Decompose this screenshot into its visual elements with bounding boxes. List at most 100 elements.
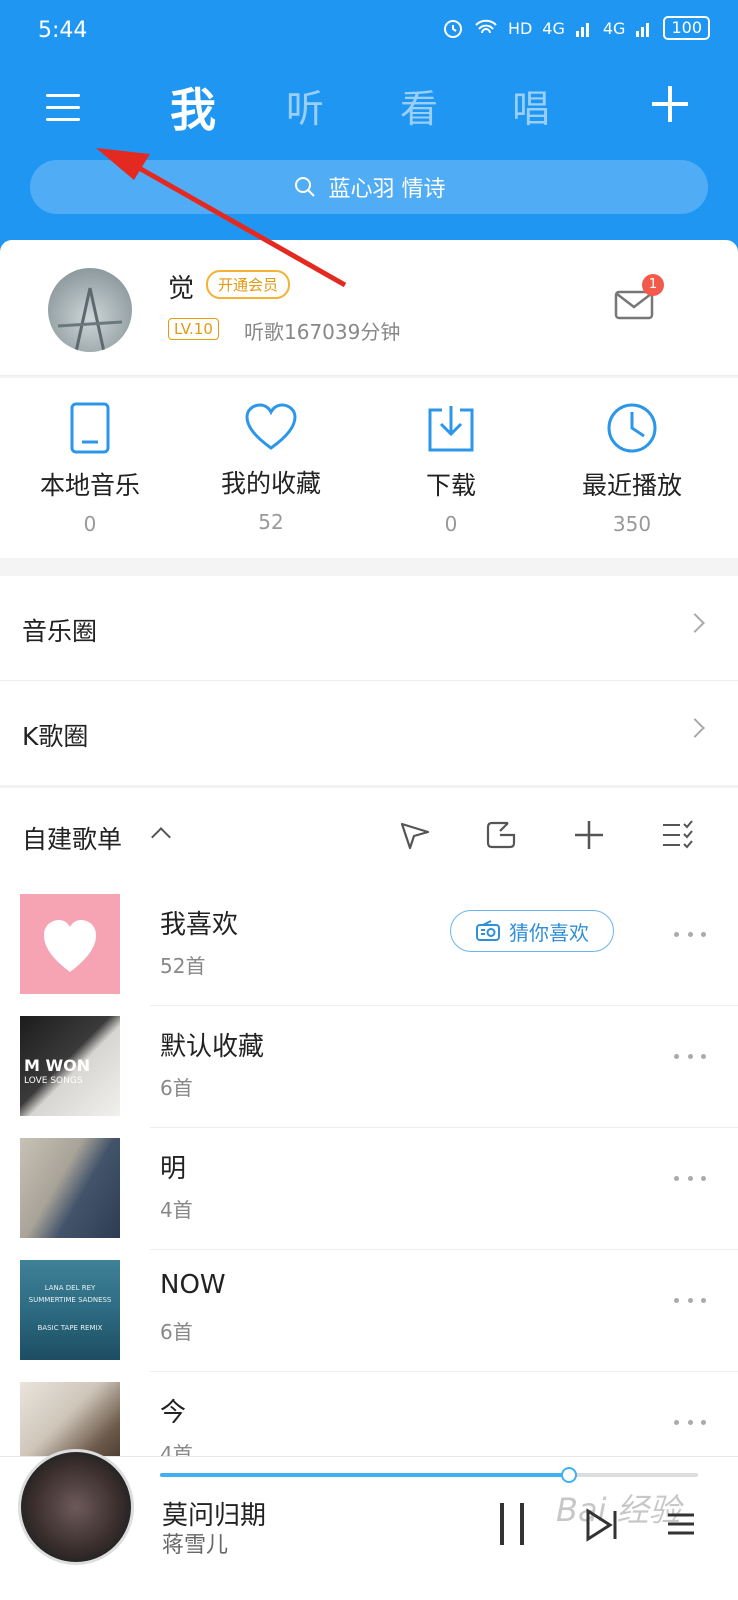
playlist-cover: [20, 1138, 120, 1238]
status-icons: HD 4G 4G 100: [442, 16, 710, 40]
playlist-item[interactable]: 今 4首: [0, 1372, 738, 1464]
k-song-circle-row[interactable]: K歌圈: [0, 681, 738, 785]
level-badge: LV.10: [168, 318, 219, 340]
playlist-item[interactable]: 我喜欢 52首 猜你喜欢: [0, 884, 738, 1006]
mail-button[interactable]: 1: [614, 274, 664, 320]
avatar[interactable]: [48, 268, 132, 352]
playlist-cover: [20, 894, 120, 994]
phone-icon: [70, 402, 110, 454]
wifi-icon: [475, 19, 497, 34]
quick-label: 本地音乐: [39, 471, 140, 500]
app-header: 5:44 HD 4G 4G 100 我 听 看 唱 蓝心羽 情诗: [0, 0, 738, 260]
signal-2-label: 4G: [602, 18, 626, 38]
playlist-count: 52首: [160, 954, 206, 978]
recent-play-button[interactable]: 最近播放 350: [547, 402, 717, 536]
playlist-count: 4首: [160, 1198, 193, 1222]
progress-fill: [160, 1473, 569, 1477]
quick-count: 350: [612, 512, 652, 536]
signal-icon: [636, 23, 650, 37]
search-icon: [294, 177, 315, 197]
add-icon[interactable]: [652, 86, 688, 122]
more-icon[interactable]: [674, 1176, 706, 1184]
playlist-item[interactable]: LANA DEL REY SUMMERTIME SADNESS BASIC TA…: [0, 1250, 738, 1372]
profile-card: 觉 开通会员 LV.10 听歌167039分钟 1: [0, 240, 738, 376]
more-icon[interactable]: [674, 932, 706, 940]
quick-count: 0: [83, 512, 97, 536]
top-nav: 我 听 看 唱: [0, 78, 738, 138]
row-label: 音乐圈: [22, 617, 98, 646]
quick-label: 我的收藏: [220, 469, 321, 498]
music-circle-row[interactable]: 音乐圈: [0, 576, 738, 680]
status-time: 5:44: [38, 18, 88, 43]
playlist-name: 默认收藏: [160, 1032, 265, 1062]
playlist-name: 我喜欢: [160, 910, 239, 940]
pause-button[interactable]: [498, 1503, 528, 1545]
share-icon[interactable]: [398, 818, 432, 852]
heart-icon: [44, 920, 96, 972]
download-button[interactable]: 下载 0: [366, 402, 536, 536]
cover-text: LOVE SONGS: [24, 1076, 83, 1086]
guess-label: 猜你喜欢: [509, 920, 589, 945]
more-icon[interactable]: [674, 1054, 706, 1062]
playlist-list: 我喜欢 52首 猜你喜欢 M WON LOVE SONGS 默认收藏 6首 明 …: [0, 884, 738, 1464]
chevron-right-icon: [685, 613, 705, 633]
cover-text: BASIC TAPE REMIX: [37, 1324, 103, 1332]
signal-icon: [575, 23, 589, 37]
battery-indicator: 100: [663, 16, 710, 40]
menu-icon[interactable]: [44, 88, 84, 128]
tab-listen[interactable]: 听: [286, 78, 324, 133]
tab-me[interactable]: 我: [170, 74, 216, 140]
quick-count: 0: [444, 512, 458, 536]
more-icon[interactable]: [674, 1420, 706, 1428]
row-label: K歌圈: [22, 722, 89, 751]
cover-text: LANA DEL REY: [44, 1284, 96, 1292]
download-icon: [428, 406, 474, 452]
signal-1-label: 4G: [542, 18, 565, 38]
username[interactable]: 觉: [168, 268, 194, 305]
playlist-item[interactable]: M WON LOVE SONGS 默认收藏 6首: [0, 1006, 738, 1128]
tab-sing[interactable]: 唱: [512, 78, 550, 133]
cover-text: M WON: [24, 1056, 91, 1075]
mail-badge: 1: [642, 274, 664, 296]
progress-bar[interactable]: [160, 1467, 698, 1483]
playlist-item[interactable]: 明 4首: [0, 1128, 738, 1250]
quick-actions: 本地音乐 0 我的收藏 52 下载 0 最近播放 350: [0, 378, 738, 558]
tab-watch[interactable]: 看: [400, 78, 438, 133]
quick-label: 下载: [425, 471, 476, 500]
status-bar: 5:44 HD 4G 4G 100: [0, 0, 738, 64]
alarm-icon: [443, 20, 462, 38]
listen-time: 听歌167039分钟: [244, 320, 401, 344]
chevron-right-icon: [685, 718, 705, 738]
more-icon[interactable]: [674, 1298, 706, 1306]
playlist-name: 明: [160, 1154, 187, 1184]
add-playlist-icon[interactable]: [572, 818, 606, 852]
vip-button[interactable]: 开通会员: [206, 270, 291, 299]
divider: [0, 786, 738, 787]
next-track-icon[interactable]: [582, 1505, 622, 1545]
local-music-button[interactable]: 本地音乐 0: [5, 402, 175, 536]
clock-icon: [607, 403, 657, 453]
import-icon[interactable]: [484, 818, 518, 852]
quick-count: 52: [258, 510, 284, 534]
progress-knob[interactable]: [560, 1467, 577, 1483]
playlist-cover: M WON LOVE SONGS: [20, 1016, 120, 1116]
radio-icon: [476, 920, 500, 941]
playlist-cover: LANA DEL REY SUMMERTIME SADNESS BASIC TA…: [20, 1260, 120, 1360]
favorites-button[interactable]: 我的收藏 52: [186, 402, 356, 534]
search-bar[interactable]: 蓝心羽 情诗: [30, 160, 708, 214]
playlist-section-title: 自建歌单: [22, 825, 123, 854]
manage-list-icon[interactable]: [660, 818, 694, 852]
avatar-image: [57, 287, 123, 352]
search-placeholder: 蓝心羽 情诗: [328, 177, 446, 202]
cover-text: SUMMERTIME SADNESS: [28, 1296, 112, 1304]
playlist-queue-icon[interactable]: [664, 1507, 698, 1541]
quick-label: 最近播放: [581, 471, 682, 500]
playlist-count: 6首: [160, 1320, 193, 1344]
album-disc[interactable]: [18, 1449, 134, 1565]
artist-name: 蒋雪儿: [162, 1533, 229, 1558]
playlist-name: NOW: [160, 1270, 226, 1300]
chevron-up-icon[interactable]: [151, 827, 171, 847]
playlist-name: 今: [160, 1398, 187, 1428]
guess-you-like-button[interactable]: 猜你喜欢: [450, 910, 614, 952]
playlist-section-header: 自建歌单: [0, 788, 738, 884]
